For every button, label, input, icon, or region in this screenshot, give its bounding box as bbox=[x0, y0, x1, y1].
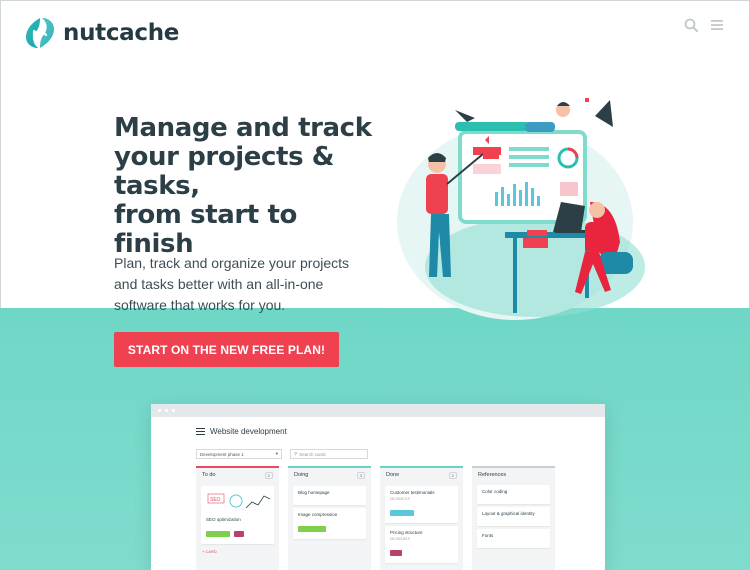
card-customer-testimonials[interactable]: Customer testimonials DD 05/07/19 bbox=[385, 486, 458, 523]
card-due-date: DD 05/15/19 bbox=[390, 537, 410, 541]
card-title: Layout & graphical identity bbox=[482, 511, 535, 516]
card-layout-identity[interactable]: Layout & graphical identity bbox=[477, 507, 550, 526]
card-title: Pricing structure bbox=[390, 530, 423, 535]
hamburger-icon[interactable] bbox=[196, 428, 205, 435]
search-cards-input[interactable]: ⚲ Search cards bbox=[290, 449, 368, 459]
card-title: Color coding bbox=[482, 489, 508, 494]
card-title: Image compression bbox=[298, 512, 338, 517]
card-color-coding[interactable]: Color coding bbox=[477, 485, 550, 504]
card-tag bbox=[206, 531, 230, 537]
board-title: Website development bbox=[210, 427, 287, 436]
menu-icon[interactable] bbox=[710, 18, 724, 32]
board-title-row: Website development bbox=[196, 427, 287, 436]
hero-title: Manage and track your projects & tasks, … bbox=[114, 113, 372, 259]
chevron-down-icon: ▾ bbox=[275, 451, 278, 456]
seo-chart-thumbnail: SEO bbox=[207, 493, 271, 509]
card-title: SEO optimization bbox=[206, 517, 241, 522]
card-meta bbox=[482, 518, 545, 522]
card-image-compression[interactable]: Image compression bbox=[293, 508, 366, 539]
card-tag bbox=[298, 526, 326, 532]
column-title: Done bbox=[386, 472, 400, 478]
card-title: Customer testimonials bbox=[390, 490, 435, 495]
card-seo-optimization[interactable]: SEO SEO optimization bbox=[201, 486, 274, 544]
search-cards-placeholder: Search cards bbox=[299, 451, 326, 457]
seo-thumb-text: SEO bbox=[210, 497, 221, 503]
brand-name: nutcache bbox=[63, 20, 180, 46]
nutcache-logo-icon bbox=[26, 18, 54, 48]
add-card-button[interactable]: + CARD bbox=[196, 547, 279, 556]
column-count: 2 bbox=[448, 472, 457, 479]
column-title: To do bbox=[202, 472, 216, 478]
search-icon[interactable] bbox=[684, 18, 698, 32]
column-count: 3 bbox=[356, 472, 365, 479]
hero-illustration bbox=[397, 98, 645, 320]
card-tag bbox=[234, 531, 245, 537]
window-dot bbox=[165, 409, 168, 412]
site-header: nutcache bbox=[0, 0, 750, 70]
card-meta bbox=[482, 496, 545, 500]
column-references: References Color coding Layout & graphic… bbox=[472, 466, 555, 570]
phase-select[interactable]: Development phase 1 ▾ bbox=[196, 449, 282, 459]
phase-select-value: Development phase 1 bbox=[200, 451, 244, 457]
card-tag bbox=[390, 510, 414, 516]
card-pricing-structure[interactable]: Pricing structure DD 05/15/19 bbox=[385, 526, 458, 563]
card-fonts[interactable]: Fonts bbox=[477, 529, 550, 548]
window-dot bbox=[158, 409, 161, 412]
card-title: Blog homepage bbox=[298, 490, 330, 495]
card-blog-homepage[interactable]: Blog homepage bbox=[293, 486, 366, 505]
start-free-plan-button[interactable]: START ON THE NEW FREE PLAN! bbox=[114, 332, 339, 367]
card-tag bbox=[390, 550, 402, 556]
brand-logo[interactable]: nutcache bbox=[25, 17, 179, 49]
window-dot bbox=[172, 409, 175, 412]
hero-subtitle: Plan, track and organize your projects a… bbox=[114, 255, 350, 313]
card-due-date: DD 05/07/19 bbox=[390, 497, 410, 501]
column-done: Done 2 Customer testimonials DD 05/07/19 P… bbox=[380, 466, 463, 570]
card-meta bbox=[482, 540, 545, 544]
window-titlebar bbox=[151, 404, 605, 417]
card-title: Fonts bbox=[482, 533, 494, 538]
column-todo: To do 2 SEO SEO optimization + CARD bbox=[196, 466, 279, 570]
board-preview-window: Website development Development phase 1 ▾… bbox=[151, 404, 605, 570]
column-count: 2 bbox=[264, 472, 273, 479]
card-meta bbox=[298, 497, 361, 501]
column-title: References bbox=[478, 472, 507, 478]
column-doing: Doing 3 Blog homepage Image compression bbox=[288, 466, 371, 570]
search-icon: ⚲ bbox=[294, 451, 298, 456]
column-title: Doing bbox=[294, 472, 309, 478]
